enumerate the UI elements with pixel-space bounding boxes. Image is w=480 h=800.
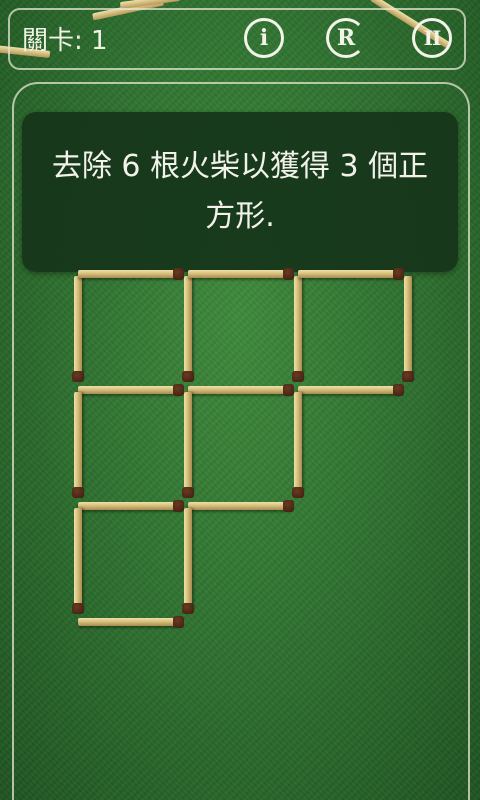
matchstick-head <box>182 371 194 382</box>
matchstick-head <box>402 371 414 382</box>
matchstick-head <box>283 268 294 280</box>
matchstick[interactable] <box>78 500 184 512</box>
matchstick[interactable] <box>182 276 194 382</box>
instruction-panel: 去除 6 根火柴以獲得 3 個正方形. <box>22 112 458 272</box>
matchstick-head <box>173 384 184 396</box>
matchstick[interactable] <box>78 384 184 396</box>
matchstick[interactable] <box>72 392 84 498</box>
matchstick[interactable] <box>402 276 414 382</box>
matchstick-head <box>182 603 194 614</box>
matchstick[interactable] <box>182 392 194 498</box>
pause-icon: II <box>423 26 442 50</box>
info-button[interactable]: i <box>244 18 284 58</box>
matchstick[interactable] <box>188 500 294 512</box>
matchstick-head <box>72 371 84 382</box>
restart-icon: R <box>336 25 356 51</box>
level-indicator: 關卡: 1 <box>22 26 108 56</box>
matchstick[interactable] <box>188 384 294 396</box>
matchstick-head <box>283 384 294 396</box>
matchstick[interactable] <box>298 384 404 396</box>
matchstick[interactable] <box>292 392 304 498</box>
matchstick-head <box>173 616 184 628</box>
matchstick-head <box>72 487 84 498</box>
matchstick[interactable] <box>72 508 84 614</box>
matchstick-head <box>173 268 184 280</box>
matchstick-head <box>393 384 404 396</box>
top-bar: 關卡: 1 i R II <box>8 8 466 70</box>
matchstick[interactable] <box>182 508 194 614</box>
matchstick[interactable] <box>78 616 184 628</box>
matchstick[interactable] <box>292 276 304 382</box>
instruction-text: 去除 6 根火柴以獲得 3 個正方形. <box>51 149 429 234</box>
info-icon: i <box>259 25 269 51</box>
matchstick-head <box>283 500 294 512</box>
restart-button[interactable]: R <box>326 18 366 58</box>
matchstick[interactable] <box>72 276 84 382</box>
matchstick[interactable] <box>188 268 294 280</box>
matchstick[interactable] <box>78 268 184 280</box>
pause-button[interactable]: II <box>412 18 452 58</box>
matchstick-head <box>182 487 194 498</box>
matchstick[interactable] <box>298 268 404 280</box>
matchstick-head <box>72 603 84 614</box>
matchstick-head <box>173 500 184 512</box>
matchstick-head <box>393 268 404 280</box>
matchstick-head <box>292 487 304 498</box>
matchstick-head <box>292 371 304 382</box>
